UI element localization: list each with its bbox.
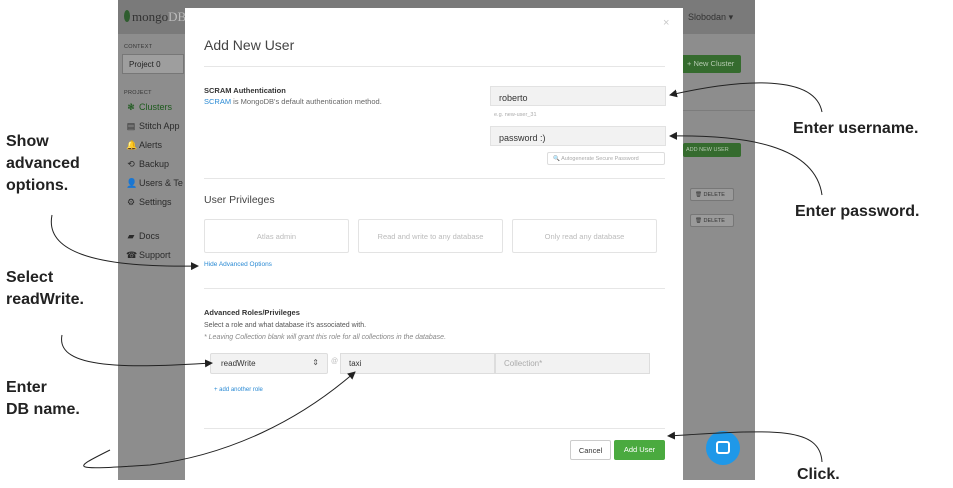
arrow-enter-password bbox=[669, 131, 823, 196]
callout-enter-db: Enter DB name. bbox=[6, 377, 80, 421]
callout-line: DB name. bbox=[6, 401, 80, 418]
callout-line: readWrite. bbox=[6, 291, 84, 308]
arrow-click bbox=[667, 431, 823, 463]
arrow-enter-db bbox=[83, 371, 356, 469]
callout-line: Enter bbox=[6, 379, 47, 396]
callout-arrows bbox=[50, 82, 823, 469]
callout-show-advanced: Show advanced options. bbox=[6, 131, 80, 197]
callout-enter-password: Enter password. bbox=[795, 203, 920, 220]
callout-line: advanced bbox=[6, 155, 80, 172]
callout-enter-username: Enter username. bbox=[793, 120, 919, 137]
arrow-show-advanced bbox=[50, 214, 199, 271]
figure: mongoDB A Slobodan ▾ CONTEXT Project 0 P… bbox=[0, 0, 953, 488]
callout-line: Show bbox=[6, 133, 49, 150]
callout-click: Click. bbox=[797, 466, 840, 483]
arrow-select-readwrite bbox=[61, 334, 213, 368]
callout-line: options. bbox=[6, 177, 69, 194]
arrow-enter-username bbox=[669, 82, 823, 113]
callout-line: Select bbox=[6, 269, 54, 286]
callout-select-readwrite: Select readWrite. bbox=[6, 267, 84, 311]
